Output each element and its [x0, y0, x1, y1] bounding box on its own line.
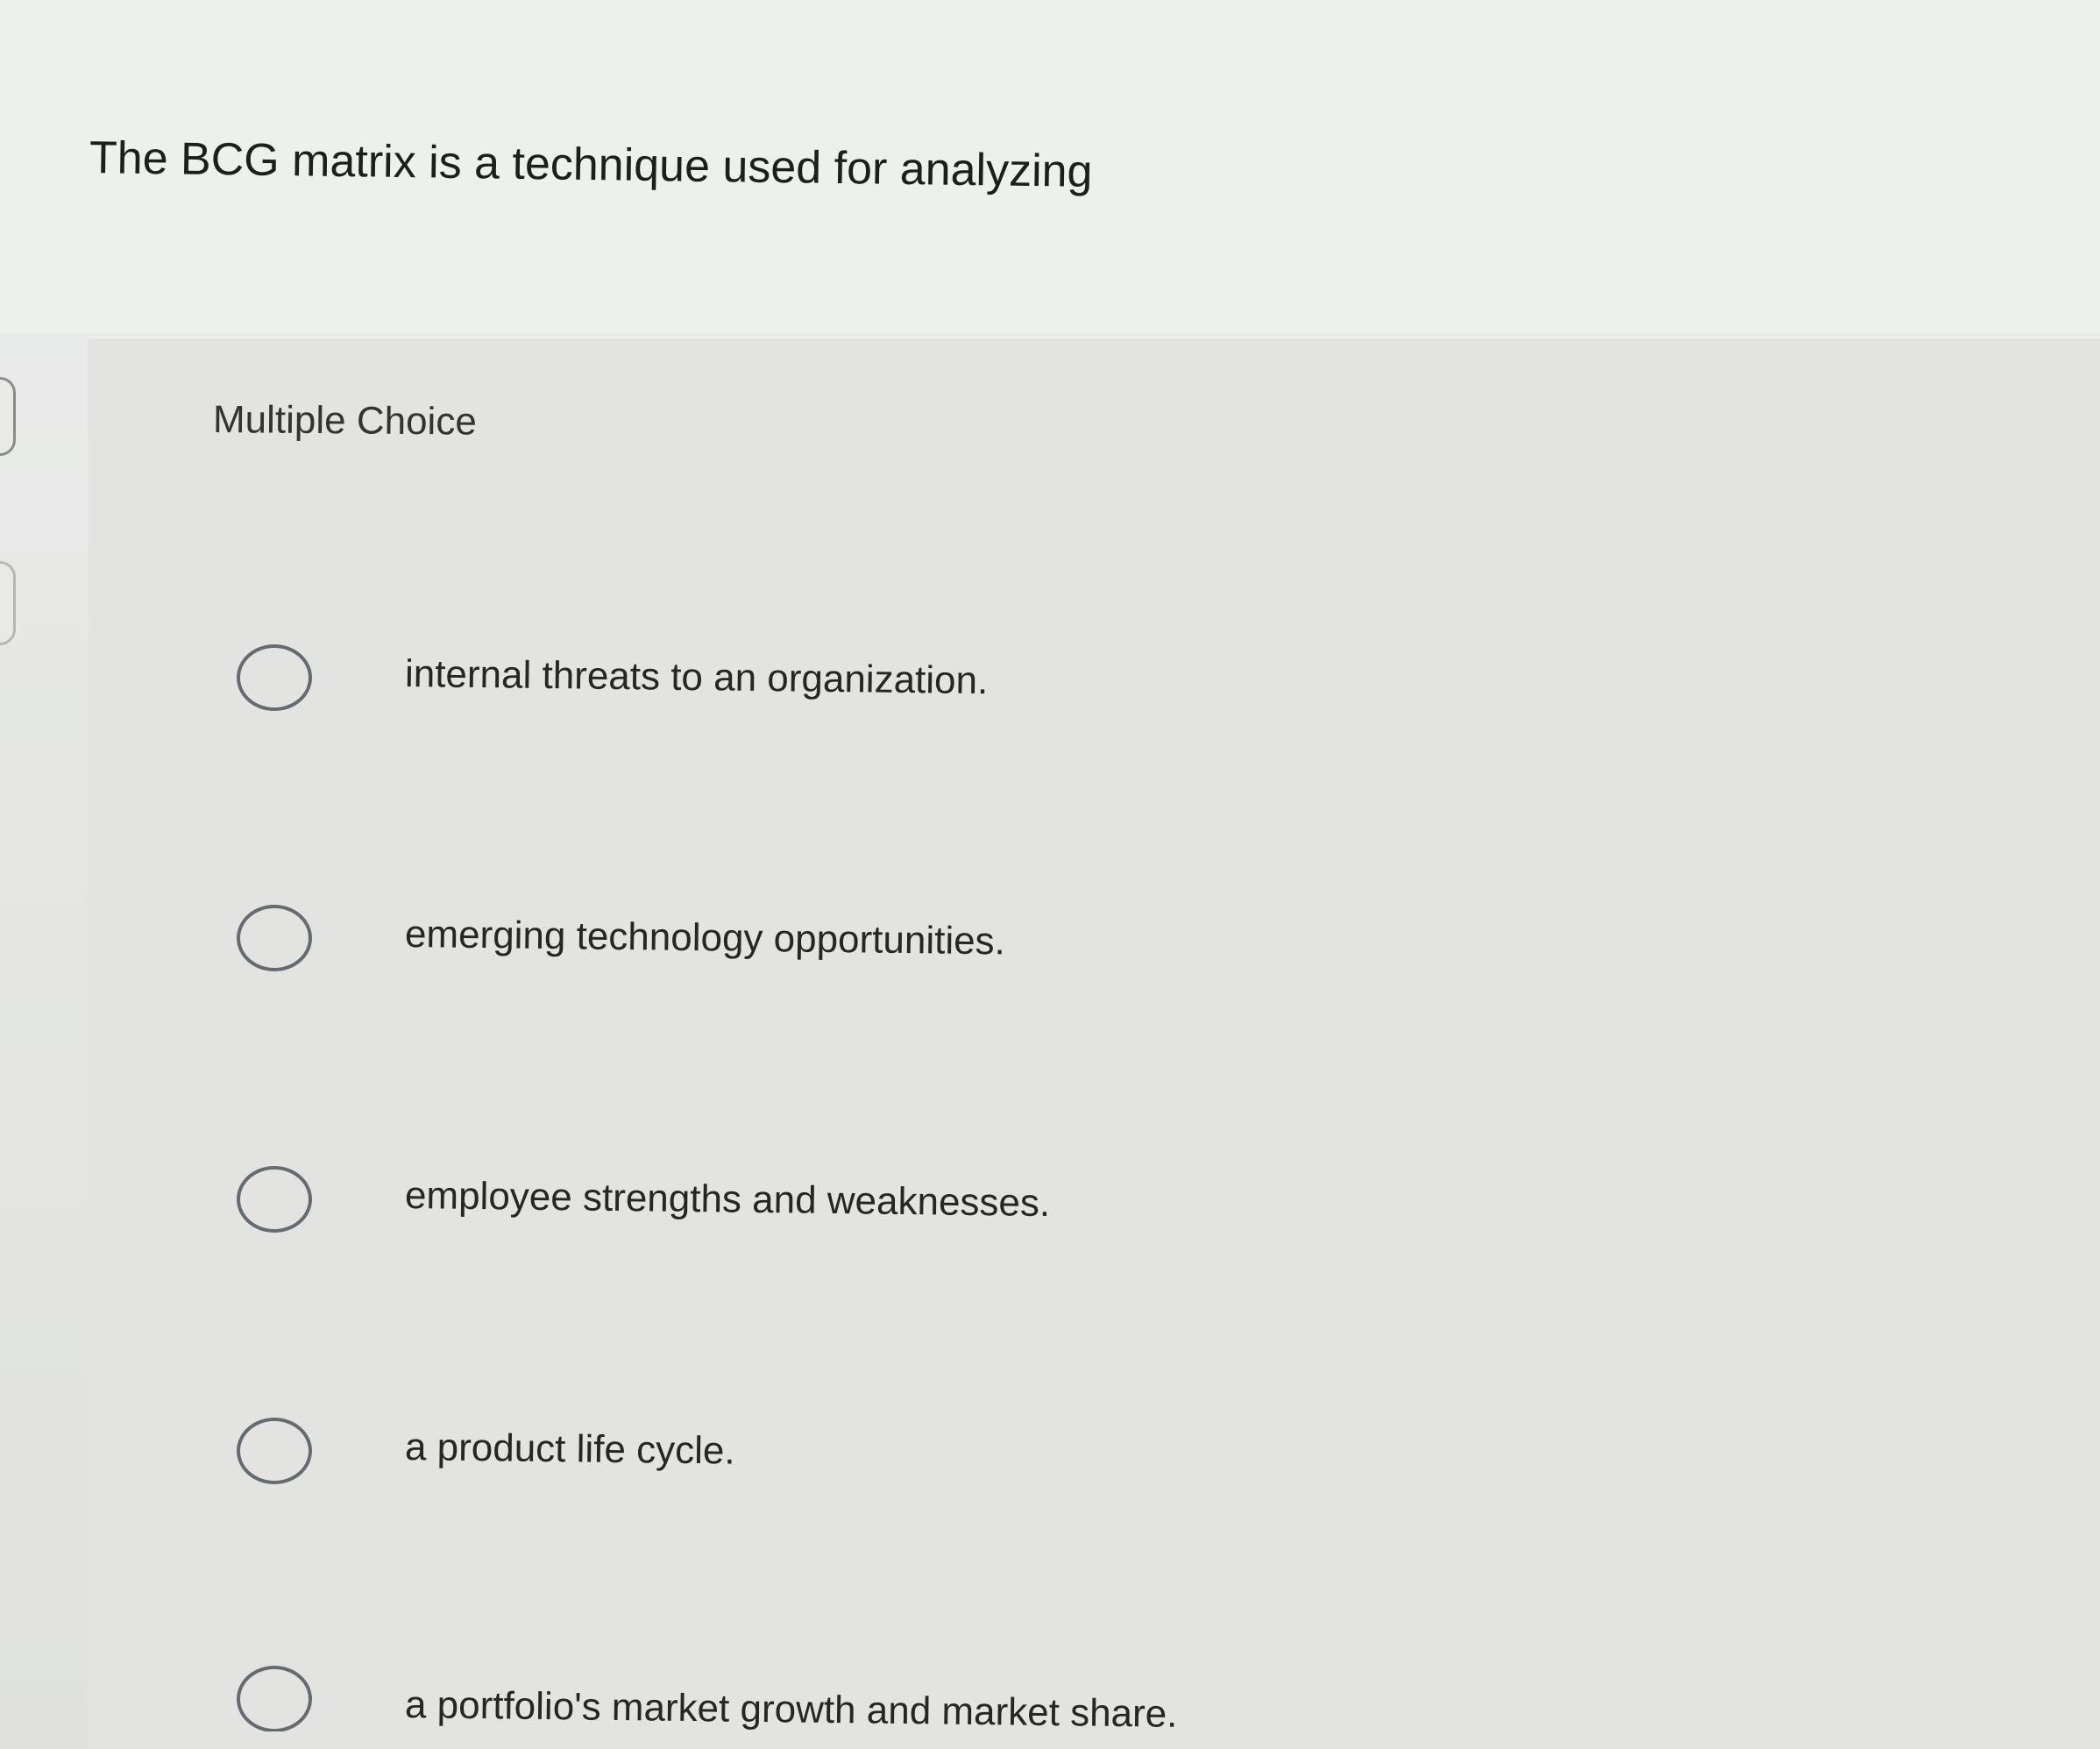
- radio-button-icon[interactable]: [237, 644, 312, 711]
- screen-page: The BCG matrix is a technique used for a…: [0, 0, 2100, 1749]
- answer-option-label: emerging technology opportunities.: [404, 913, 1006, 963]
- left-edge-tab-secondary[interactable]: [0, 561, 16, 645]
- answer-option-label: internal threats to an organization.: [404, 652, 989, 703]
- radio-button-icon[interactable]: [237, 905, 312, 971]
- radio-button-icon[interactable]: [237, 1166, 312, 1233]
- answer-option-label: employee strengths and weaknesses.: [404, 1174, 1051, 1225]
- left-edge-tab[interactable]: [0, 377, 16, 456]
- multiple-choice-label: Multiple Choice: [212, 398, 478, 444]
- answer-option-product-life-cycle[interactable]: a product life cycle.: [237, 1409, 1902, 1514]
- multiple-choice-panel: Multiple Choice internal threats to an o…: [88, 338, 2100, 1749]
- answer-option-label: a portfolio's market growth and market s…: [404, 1683, 1178, 1731]
- radio-button-icon[interactable]: [237, 1418, 312, 1484]
- answer-option-emerging-technology[interactable]: emerging technology opportunities.: [237, 896, 1902, 1001]
- radio-button-icon[interactable]: [237, 1666, 312, 1731]
- answer-option-employee-strengths[interactable]: employee strengths and weaknesses.: [237, 1157, 1902, 1262]
- answer-option-label: a product life cycle.: [404, 1426, 735, 1473]
- answer-option-portfolio-growth-share[interactable]: a portfolio's market growth and market s…: [237, 1653, 1902, 1731]
- question-header: The BCG matrix is a technique used for a…: [0, 0, 2100, 333]
- answer-option-internal-threats[interactable]: internal threats to an organization.: [237, 636, 1902, 741]
- question-prompt: The BCG matrix is a technique used for a…: [89, 132, 1093, 197]
